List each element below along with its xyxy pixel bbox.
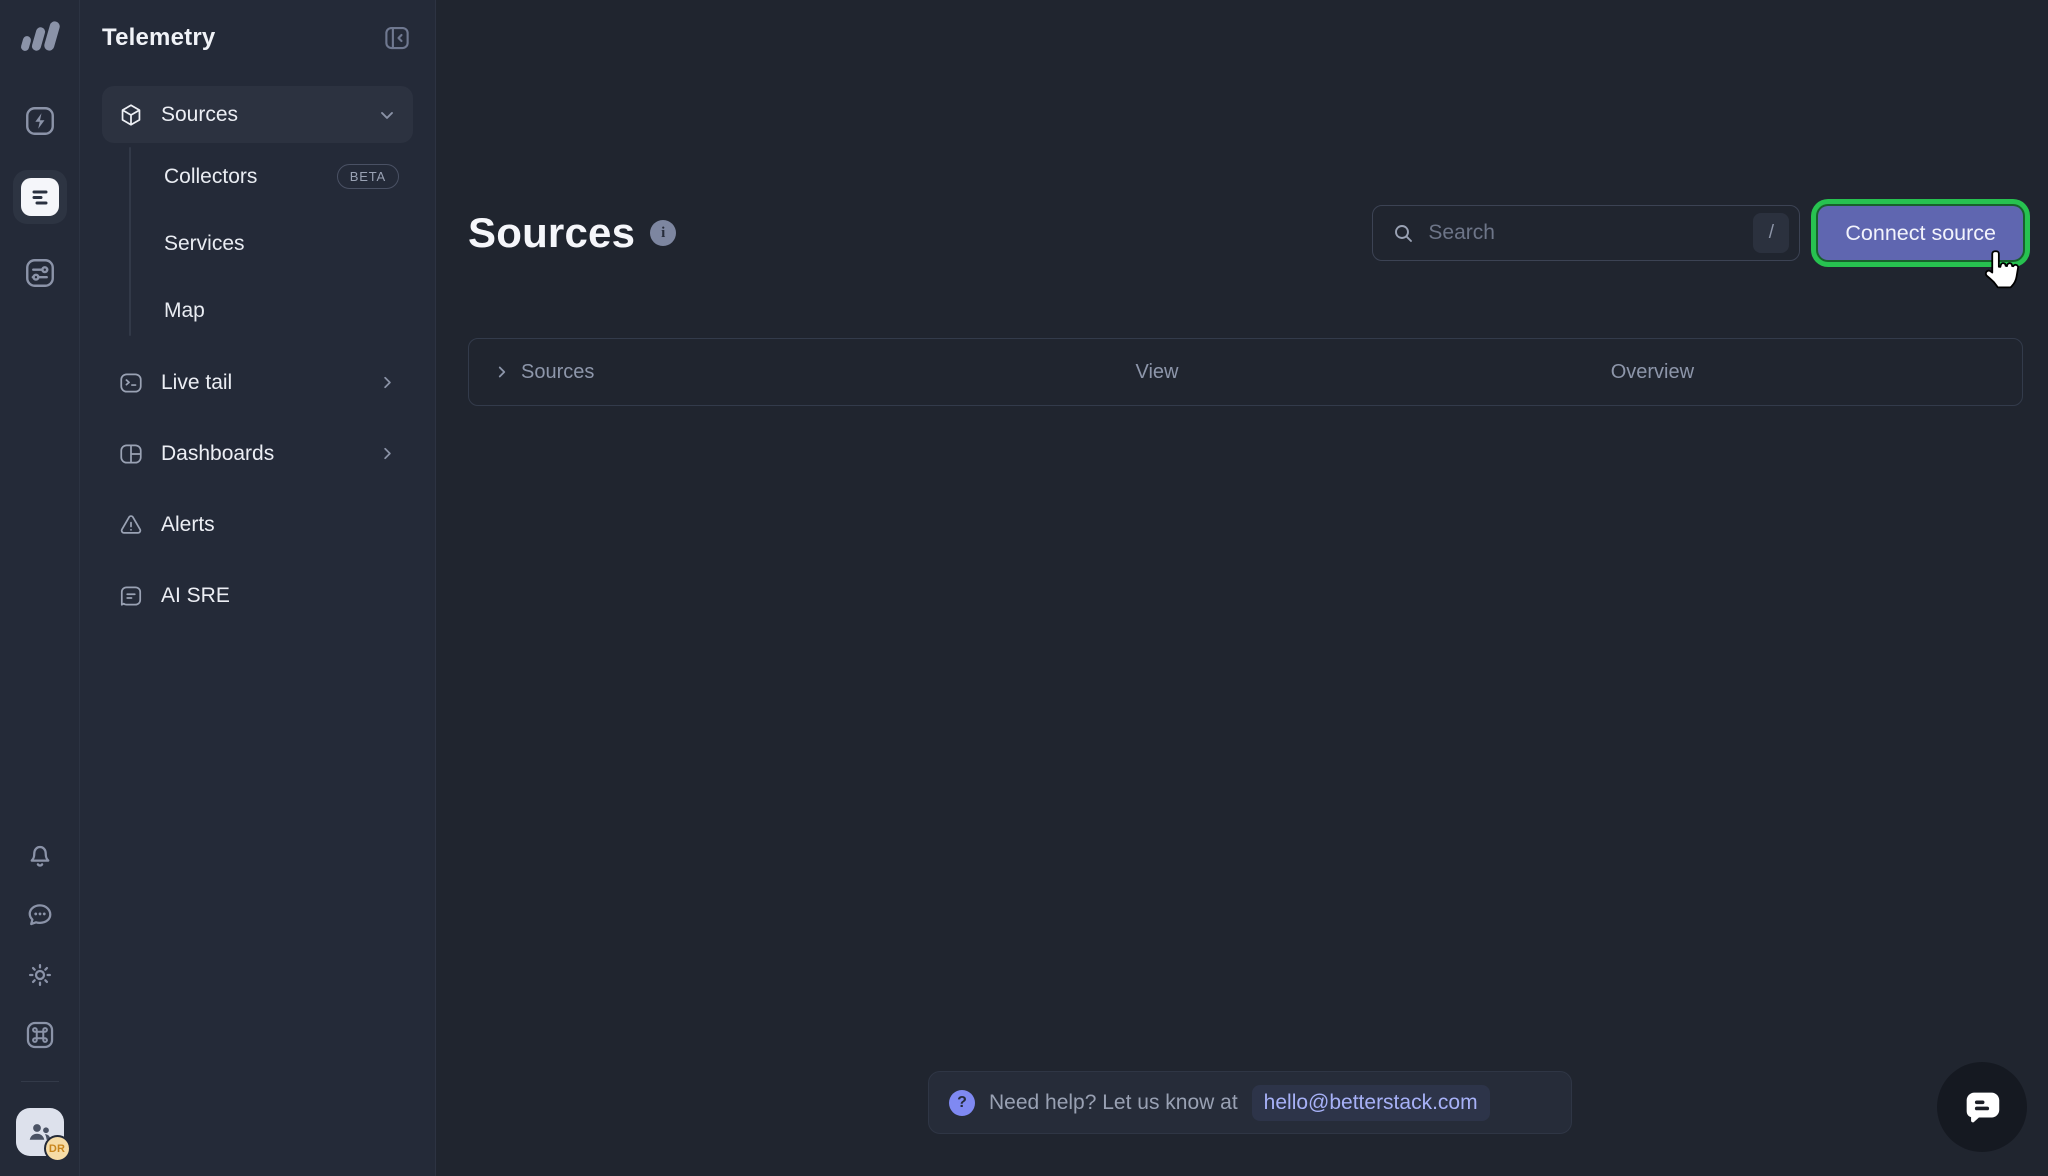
table-column-view: View [1135,361,1178,384]
chat-bubble-icon [1959,1084,2005,1130]
chevron-right-icon [378,444,397,463]
notifications-bell-icon[interactable] [18,833,62,877]
keyboard-shortcuts-command-icon[interactable] [18,1013,62,1057]
sidebar-item-label: Map [164,299,399,323]
sidebar-nav: Sources Collectors BETA Services Map [102,86,413,624]
table-column-overview: Overview [1611,361,1694,384]
support-chat-button[interactable] [1937,1062,2027,1152]
info-icon[interactable]: i [650,220,676,246]
beta-badge: BETA [337,164,399,189]
chevron-down-icon [377,105,397,125]
sidebar-item-label: Sources [161,103,377,127]
sidebar-item-label: Live tail [161,371,378,395]
collapse-sidebar-icon[interactable] [381,22,413,54]
connect-source-button[interactable]: Connect source [1818,206,2023,260]
cube-icon [118,102,144,128]
alert-triangle-icon [118,512,144,538]
sidebar-item-dashboards[interactable]: Dashboards [102,425,413,482]
feedback-chat-icon[interactable] [18,893,62,937]
sub-list-guide-line [129,147,131,336]
message-lines-icon [118,583,144,609]
chevron-right-icon [378,373,397,392]
sidebar-item-label: Services [164,232,399,256]
app-window: DR Telemetry Sources [0,0,2048,1176]
sidebar-item-live-tail[interactable]: Live tail [102,354,413,411]
sources-sub-list: Collectors BETA Services Map [102,143,413,344]
user-initials-badge: DR [44,1135,71,1162]
sources-table-header: Sources View Overview [468,338,2023,406]
chevron-right-icon [493,363,511,381]
slash-shortcut-key: / [1753,213,1789,253]
help-text: Need help? Let us know at [989,1091,1238,1115]
search-input[interactable] [1428,221,1753,245]
help-email-link[interactable]: hello@betterstack.com [1252,1085,1490,1121]
sidebar-item-label: Collectors [164,165,337,189]
sidebar-item-label: AI SRE [161,584,397,608]
telemetry-logs-icon-active[interactable] [13,170,67,224]
logs-icon [21,178,59,216]
rail-divider [21,1081,59,1082]
sidebar-item-collectors[interactable]: Collectors BETA [102,143,413,210]
dashboard-layout-icon [118,441,144,467]
table-header-sources-group[interactable]: Sources [469,361,594,384]
sidebar-item-map[interactable]: Map [102,277,413,344]
uptime-lightning-icon[interactable] [18,99,62,143]
search-icon [1391,221,1415,245]
theme-sun-icon[interactable] [18,953,62,997]
sidebar-item-label: Dashboards [161,442,378,466]
table-column-sources: Sources [521,361,594,384]
icon-rail: DR [0,0,80,1176]
sidebar-item-label: Alerts [161,513,397,537]
sidebar-item-alerts[interactable]: Alerts [102,496,413,553]
settings-sliders-icon[interactable] [18,251,62,295]
sidebar-item-services[interactable]: Services [102,210,413,277]
search-box[interactable]: / [1372,205,1800,261]
sidebar-item-sources[interactable]: Sources [102,86,413,143]
user-avatar[interactable]: DR [16,1108,64,1156]
sidebar-title: Telemetry [102,24,215,52]
main-content: Sources i / Connect source [436,0,2048,1176]
terminal-icon [118,370,144,396]
help-banner: ? Need help? Let us know at hello@better… [928,1071,1572,1134]
sidebar: Telemetry Sources [80,0,436,1176]
page-title: Sources [468,209,635,257]
betterstack-logo-icon[interactable] [19,20,61,61]
page-header: Sources i / Connect source [468,198,2023,268]
sidebar-item-ai-sre[interactable]: AI SRE [102,567,413,624]
question-icon: ? [949,1090,975,1116]
